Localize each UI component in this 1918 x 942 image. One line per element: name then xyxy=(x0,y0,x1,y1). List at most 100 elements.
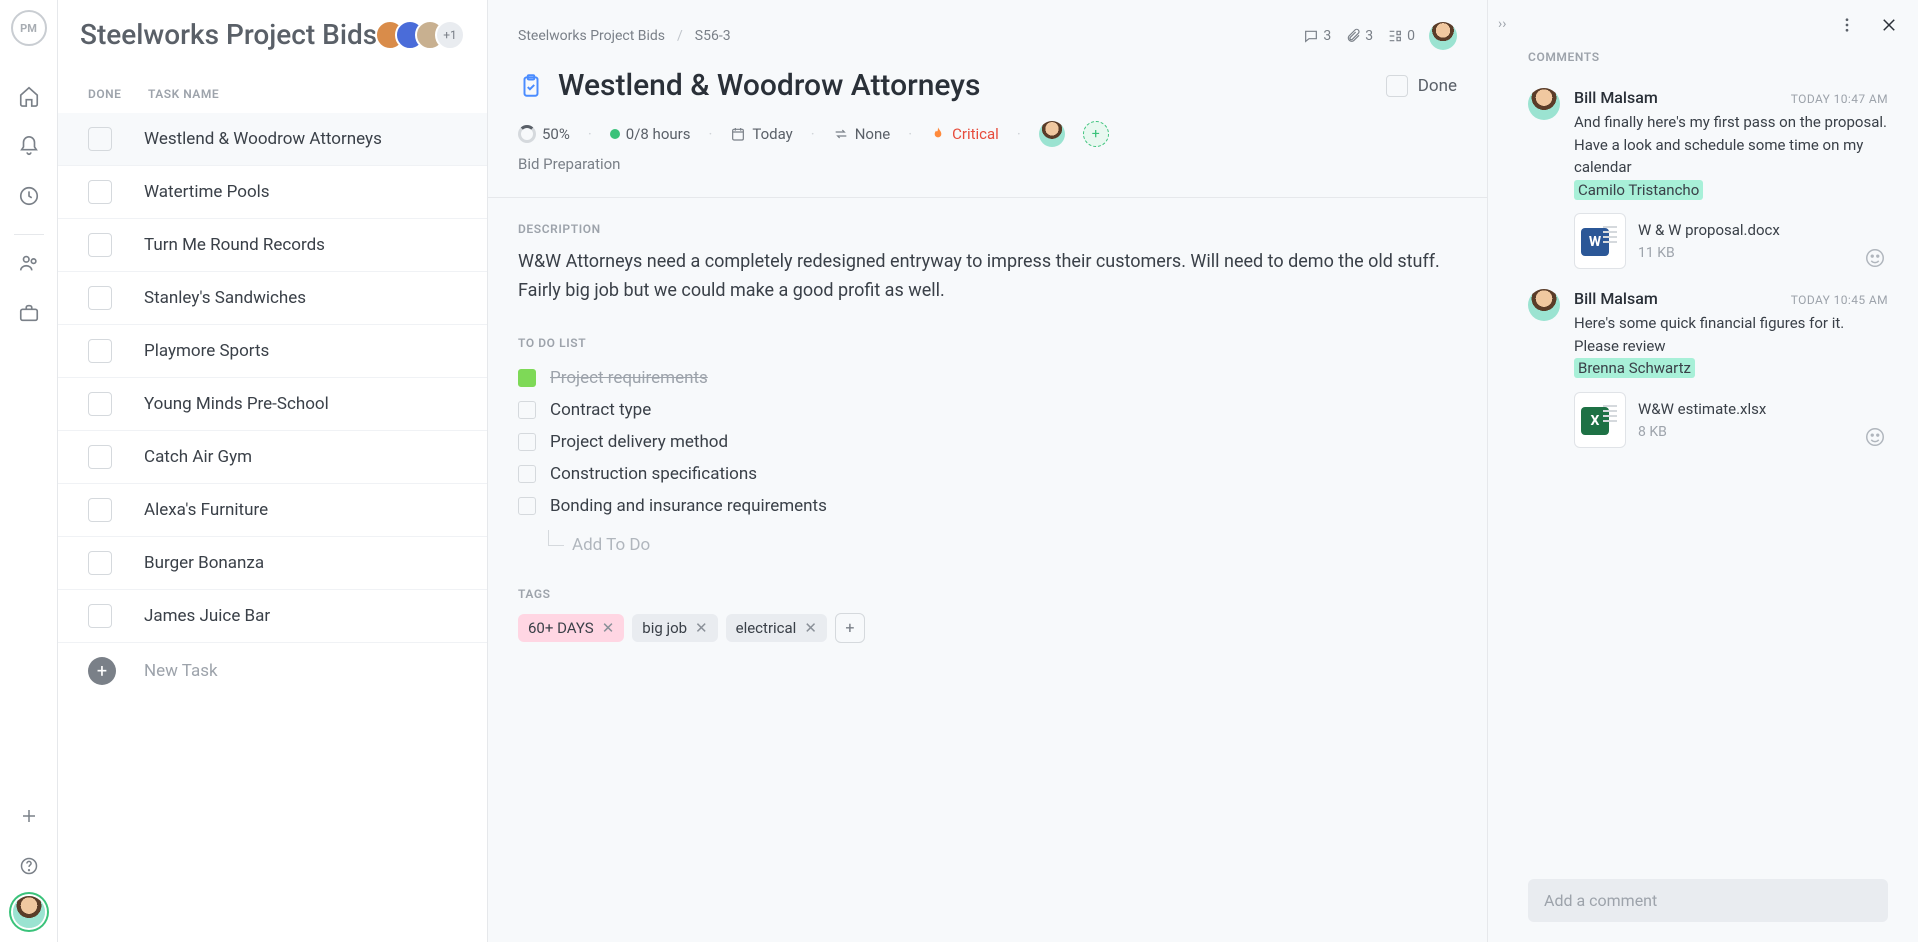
todo-item[interactable]: Construction specifications xyxy=(518,458,1457,490)
todo-label: Project requirements xyxy=(550,368,708,388)
app-logo[interactable]: PM xyxy=(11,10,47,46)
tag[interactable]: electrical✕ xyxy=(726,614,827,642)
help-icon[interactable] xyxy=(9,846,49,886)
add-todo-button[interactable]: Add To Do xyxy=(548,522,1457,563)
attachment-count[interactable]: 3 xyxy=(1345,28,1373,44)
task-list-panel: Steelworks Project Bids +1 DONE TASK NAM… xyxy=(58,0,488,942)
progress-meta[interactable]: 50% xyxy=(518,125,570,143)
team-icon[interactable] xyxy=(9,243,49,283)
todo-label: TO DO LIST xyxy=(518,336,1457,350)
add-icon[interactable] xyxy=(9,796,49,836)
task-done-checkbox[interactable] xyxy=(88,180,112,204)
task-row[interactable]: Stanley's Sandwiches xyxy=(58,272,487,325)
project-members[interactable]: +1 xyxy=(385,20,465,50)
react-icon[interactable] xyxy=(1864,426,1888,450)
todo-label: Contract type xyxy=(550,400,651,420)
task-done-checkbox[interactable] xyxy=(88,127,112,151)
task-name: Young Minds Pre-School xyxy=(144,394,329,414)
todo-checkbox[interactable] xyxy=(518,497,536,515)
attachment[interactable]: WW & W proposal.docx11 KB xyxy=(1574,213,1888,269)
breadcrumb-project[interactable]: Steelworks Project Bids xyxy=(518,28,665,44)
todo-checkbox[interactable] xyxy=(518,465,536,483)
todo-item[interactable]: Project delivery method xyxy=(518,426,1457,458)
add-tag-button[interactable]: + xyxy=(835,613,865,643)
todo-label: Construction specifications xyxy=(550,464,757,484)
task-row[interactable]: James Juice Bar xyxy=(58,590,487,643)
comment-count[interactable]: 3 xyxy=(1303,28,1331,44)
breadcrumb-task-id: S56-3 xyxy=(695,28,731,44)
home-icon[interactable] xyxy=(9,76,49,116)
date-meta[interactable]: Today xyxy=(730,125,792,143)
todo-label: Bonding and insurance requirements xyxy=(550,496,827,516)
assignee-avatar[interactable] xyxy=(1039,121,1065,147)
description-label: DESCRIPTION xyxy=(518,222,1457,236)
done-toggle[interactable]: Done xyxy=(1386,75,1457,97)
close-icon[interactable] xyxy=(1880,16,1898,34)
more-menu-icon[interactable] xyxy=(1838,16,1856,34)
task-row[interactable]: Turn Me Round Records xyxy=(58,219,487,272)
task-row[interactable]: Catch Air Gym xyxy=(58,431,487,484)
status-dot-icon xyxy=(610,129,620,139)
mention[interactable]: Brenna Schwartz xyxy=(1574,358,1695,378)
task-row[interactable]: Watertime Pools xyxy=(58,166,487,219)
flame-icon xyxy=(930,126,946,142)
task-done-checkbox[interactable] xyxy=(88,233,112,257)
hours-meta[interactable]: 0/8 hours xyxy=(610,125,691,143)
tag[interactable]: 60+ DAYS✕ xyxy=(518,614,624,642)
subtask-count[interactable]: 0 xyxy=(1387,28,1415,44)
task-row[interactable]: Playmore Sports xyxy=(58,325,487,378)
comment: Bill MalsamTODAY 10:45 AMHere's some qui… xyxy=(1488,279,1918,458)
current-user-avatar[interactable] xyxy=(13,896,45,928)
briefcase-icon[interactable] xyxy=(9,293,49,333)
task-done-checkbox[interactable] xyxy=(88,339,112,363)
todo-checkbox[interactable] xyxy=(518,433,536,451)
task-row[interactable]: Westlend & Woodrow Attorneys xyxy=(58,113,487,166)
clock-icon[interactable] xyxy=(9,176,49,216)
done-checkbox[interactable] xyxy=(1386,75,1408,97)
task-done-checkbox[interactable] xyxy=(88,392,112,416)
file-icon: W xyxy=(1574,213,1626,269)
comment-input[interactable]: Add a comment xyxy=(1528,879,1888,922)
add-assignee-button[interactable]: + xyxy=(1083,121,1109,147)
task-done-checkbox[interactable] xyxy=(88,498,112,522)
repeat-icon xyxy=(833,126,849,142)
comment-avatar[interactable] xyxy=(1528,289,1560,321)
todo-checkbox[interactable] xyxy=(518,369,536,387)
comment-avatar[interactable] xyxy=(1528,88,1560,120)
member-overflow[interactable]: +1 xyxy=(435,20,465,50)
collapse-icon[interactable]: ›› xyxy=(1498,16,1506,32)
remove-tag-icon[interactable]: ✕ xyxy=(804,619,817,637)
bell-icon[interactable] xyxy=(9,126,49,166)
priority-meta[interactable]: Critical xyxy=(930,125,999,143)
remove-tag-icon[interactable]: ✕ xyxy=(602,619,615,637)
todo-label: Project delivery method xyxy=(550,432,728,452)
task-description[interactable]: W&W Attorneys need a completely redesign… xyxy=(518,248,1457,306)
attachment[interactable]: XW&W estimate.xlsx8 KB xyxy=(1574,392,1888,448)
task-title[interactable]: Westlend & Woodrow Attorneys xyxy=(558,68,1372,103)
todo-item[interactable]: Contract type xyxy=(518,394,1457,426)
recurrence-meta[interactable]: None xyxy=(833,125,891,143)
col-task-name: TASK NAME xyxy=(148,87,219,101)
task-row[interactable]: Young Minds Pre-School xyxy=(58,378,487,431)
file-name: W & W proposal.docx xyxy=(1638,221,1780,239)
remove-tag-icon[interactable]: ✕ xyxy=(695,619,708,637)
task-row[interactable]: Alexa's Furniture xyxy=(58,484,487,537)
task-name: Playmore Sports xyxy=(144,341,269,361)
task-done-checkbox[interactable] xyxy=(88,286,112,310)
plus-icon: + xyxy=(88,657,116,685)
comment: Bill MalsamTODAY 10:47 AMAnd finally her… xyxy=(1488,78,1918,279)
task-name: Stanley's Sandwiches xyxy=(144,288,306,308)
tag[interactable]: big job✕ xyxy=(632,614,717,642)
todo-item[interactable]: Bonding and insurance requirements xyxy=(518,490,1457,522)
task-done-checkbox[interactable] xyxy=(88,445,112,469)
task-detail-panel: Steelworks Project Bids / S56-3 3 3 0 xyxy=(488,0,1488,942)
react-icon[interactable] xyxy=(1864,247,1888,271)
task-done-checkbox[interactable] xyxy=(88,551,112,575)
task-owner-avatar[interactable] xyxy=(1429,22,1457,50)
todo-checkbox[interactable] xyxy=(518,401,536,419)
task-row[interactable]: Burger Bonanza xyxy=(58,537,487,590)
task-done-checkbox[interactable] xyxy=(88,604,112,628)
todo-item[interactable]: Project requirements xyxy=(518,362,1457,394)
mention[interactable]: Camilo Tristancho xyxy=(1574,180,1703,200)
new-task-button[interactable]: + New Task xyxy=(58,643,487,699)
